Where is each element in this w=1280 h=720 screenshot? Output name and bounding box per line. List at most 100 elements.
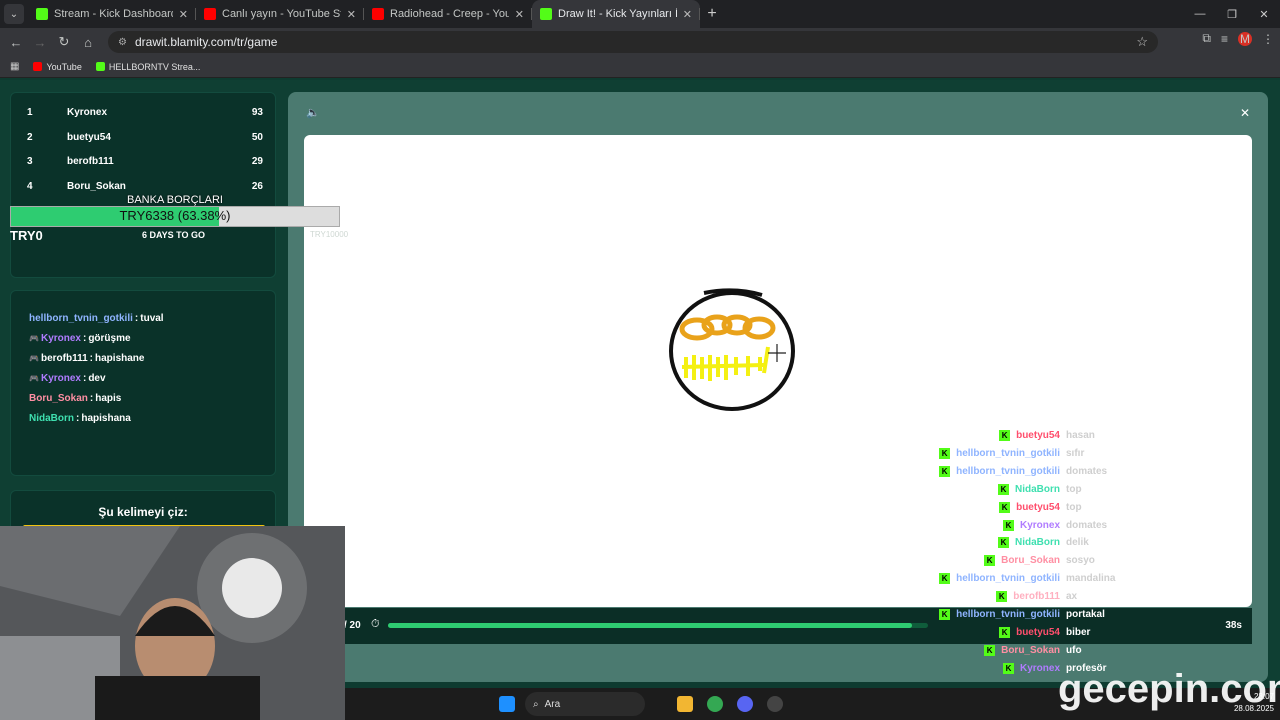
guess-username: NidaBorn [1015, 537, 1060, 549]
tab-close-icon[interactable]: ✕ [683, 8, 692, 21]
guess-username: berofb111 [1013, 591, 1060, 603]
chat-username: NidaBorn [29, 413, 74, 424]
guess-message: Khellborn_tvnin_gotkili portakal [939, 609, 1105, 620]
kick-badge-icon: K [1002, 662, 1014, 674]
guess-username: hellborn_tvnin_gotkili [956, 609, 1060, 620]
search-label: Ara [544, 698, 561, 710]
leaderboard-name: Boru_Sokan [67, 180, 126, 192]
guess-word: ax [1066, 591, 1078, 603]
apps-icon[interactable]: ▦ [10, 61, 19, 72]
kick-badge-icon: K [999, 501, 1011, 513]
player-drawing [669, 288, 795, 411]
chat-username: Kyronex [40, 373, 81, 384]
chat-text: görüşme [88, 333, 131, 344]
leaderboard-score: 50 [251, 131, 263, 143]
round-timer-bar: / 20 ⏱ 38s [344, 608, 1252, 644]
chat-colon: : [89, 353, 94, 364]
guess-username: hellborn_tvnin_gotkili [956, 465, 1060, 477]
chat-username: Boru_Sokan [29, 393, 88, 404]
kick-badge-icon: K [939, 447, 951, 459]
guess-word: domates [1066, 465, 1108, 477]
start-icon[interactable] [499, 696, 515, 712]
discord-icon[interactable] [737, 696, 753, 712]
tab-close-icon[interactable]: ✕ [347, 8, 356, 21]
chat-colon: : [82, 373, 87, 384]
browser-tab[interactable]: Draw It! - Kick Yayınları İçin Çizim ✕ [532, 0, 700, 28]
bookmark-item[interactable]: YouTube [33, 62, 82, 72]
kick-badge-icon: K [984, 555, 996, 567]
restore-icon[interactable]: ❐ [1216, 0, 1248, 28]
file-explorer-icon[interactable] [677, 696, 693, 712]
leaderboard-score: 29 [251, 156, 263, 167]
close-game-icon[interactable]: ✕ [1240, 106, 1250, 120]
reload-icon[interactable]: ↻ [52, 34, 76, 50]
kick-badge-icon: K [1002, 519, 1014, 531]
kick-badge-icon: K [998, 483, 1009, 495]
guess-word: hasan [1066, 430, 1095, 441]
guess-word: portakal [1066, 609, 1105, 620]
kick-badge-icon: K [999, 430, 1011, 441]
gamepad-icon: 🎮 [29, 374, 39, 383]
chrome-icon[interactable] [707, 696, 723, 712]
address-bar[interactable]: ⚙ drawit.blamity.com/tr/game ☆ [108, 31, 1158, 53]
bookmark-favicon-icon [33, 62, 43, 71]
guess-word: mandalina [1066, 573, 1116, 585]
guess-username: NidaBorn [1015, 483, 1060, 495]
guess-word: top [1066, 501, 1082, 513]
kick-badge-icon: K [996, 591, 1008, 603]
browser-tab[interactable]: Radiohead - Creep - YouTube ✕ [364, 0, 532, 28]
address-text: drawit.blamity.com/tr/game [134, 35, 278, 49]
bookmark-label: HELLBORNTV Strea... [108, 61, 201, 72]
guess-word: sosyo [1066, 555, 1095, 567]
home-icon[interactable]: ⌂ [76, 35, 100, 50]
kick-badge-icon: K [939, 609, 951, 620]
profile-avatar[interactable]: M [1238, 31, 1252, 46]
bookmark-star-icon[interactable]: ☆ [1136, 34, 1148, 50]
drawing-canvas[interactable] [304, 135, 1252, 607]
browser-tab[interactable]: Canlı yayın - YouTube Studio ✕ [196, 0, 364, 28]
stopwatch-icon: ⏱ [371, 618, 380, 630]
leaderboard-name: Kyronex [67, 107, 108, 118]
guess-word: top [1066, 483, 1082, 495]
donation-days: 6 DAYS TO GO [142, 230, 206, 240]
donation-goal: BANKA BORÇLARI TRY6338 (63.38%) TRY0 6 D… [10, 194, 348, 243]
site-info-icon[interactable]: ⚙ [118, 37, 127, 48]
chat-colon: : [89, 393, 94, 404]
minimize-icon[interactable]: — [1184, 0, 1216, 28]
guess-message: K Boru_Sokan sosyo [984, 555, 1095, 567]
guess-word: biber [1066, 626, 1091, 638]
tab-close-icon[interactable]: ✕ [515, 8, 524, 21]
leaderboard-rank: 1 [27, 107, 33, 118]
gecepin-watermark: gecepin.com [1058, 667, 1280, 711]
forward-icon[interactable]: → [28, 35, 52, 50]
side-chat-panel: hellborn_tvnin_gotkili: tuval 🎮 Kyronex: gör… [10, 290, 276, 476]
obs-icon[interactable] [767, 696, 783, 712]
tab-favicon-icon [372, 8, 384, 20]
leaderboard-row: 1 Kyronex 93 [27, 107, 263, 118]
sound-icon[interactable]: 🔈 [306, 106, 320, 119]
tab-close-icon[interactable]: ✕ [179, 8, 188, 21]
browser-tab[interactable]: Stream - Kick Dashboard ✕ [28, 0, 196, 28]
menu-icon[interactable]: ⋮ [1262, 32, 1274, 46]
bookmark-item[interactable]: HELLBORNTV Strea... [95, 61, 201, 72]
close-window-icon[interactable]: ✕ [1248, 0, 1280, 28]
donation-title: BANKA BORÇLARI [127, 194, 223, 206]
media-icon[interactable]: ≡ [1221, 32, 1228, 46]
draw-prompt: Şu kelimeyi çiz: [98, 505, 188, 519]
leaderboard-row: 3 berofb111 29 [27, 156, 263, 167]
guess-word: ufo [1066, 644, 1082, 656]
new-tab-button[interactable]: + [700, 5, 724, 23]
chat-message: hellborn_tvnin_gotkili: tuval [29, 313, 164, 324]
chat-message: 🎮 Kyronex: görüşme [29, 333, 131, 344]
taskbar-search[interactable]: ⌕ Ara [525, 692, 645, 716]
tab-title: Canlı yayın - YouTube Studio [222, 8, 341, 20]
extensions-icon[interactable]: ⧉ [1202, 31, 1211, 46]
leaderboard-rank: 3 [27, 156, 33, 167]
tab-search-button[interactable]: ⌄ [4, 4, 24, 24]
guess-username: Kyronex [1019, 662, 1060, 674]
leaderboard-row: 2 buetyu54 50 [27, 132, 263, 143]
kick-badge-icon: K [998, 537, 1009, 549]
back-icon[interactable]: ← [4, 35, 28, 50]
gamepad-icon: 🎮 [29, 354, 39, 363]
chat-username: hellborn_tvnin_gotkili [29, 313, 133, 324]
